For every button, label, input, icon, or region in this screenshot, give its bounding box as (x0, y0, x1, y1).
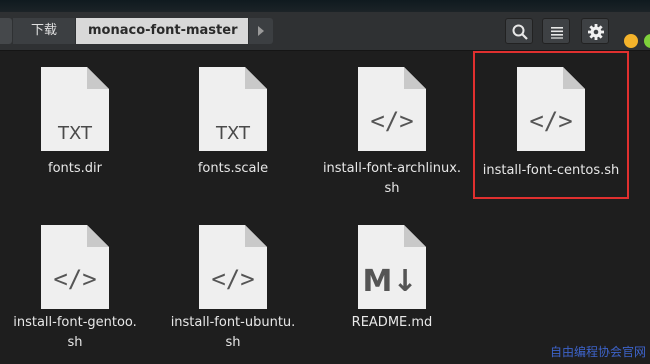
chevron-right-icon (258, 26, 264, 36)
file-type-label: TXT (215, 123, 251, 144)
text-file-icon: TXT (41, 67, 109, 151)
breadcrumb-downloads[interactable]: 下载 (13, 18, 75, 44)
script-file-icon: </> (41, 225, 109, 309)
file-type-label: M↓ (363, 264, 418, 299)
text-file-icon: TXT (199, 67, 267, 151)
file-name: README.md (351, 315, 433, 330)
file-type-label: </> (53, 265, 96, 293)
file-type-label: </> (370, 107, 413, 135)
file-type-label: TXT (57, 123, 93, 144)
search-icon (512, 24, 528, 40)
markdown-file-icon: M↓ (358, 225, 426, 309)
file-item[interactable]: </> install-font-ubuntu. sh (158, 209, 308, 364)
breadcrumb-current-folder[interactable]: monaco-font-master (76, 18, 248, 44)
path-back-stub[interactable] (0, 18, 12, 44)
file-item[interactable]: </> install-font-gentoo. sh (0, 209, 150, 364)
breadcrumb-forward-button[interactable] (249, 18, 273, 44)
file-name: install-font-gentoo. (13, 315, 137, 330)
file-name: install-font-ubuntu. (170, 315, 296, 330)
file-item[interactable]: TXT fonts.dir (0, 51, 150, 201)
script-file-icon: </> (199, 225, 267, 309)
file-item[interactable]: TXT fonts.scale (158, 51, 308, 201)
file-name: install-font-archlinux. (322, 161, 462, 176)
search-button[interactable] (505, 18, 533, 44)
file-name-continued: sh (67, 335, 83, 350)
view-mode-button[interactable] (542, 18, 570, 44)
file-name: fonts.scale (197, 161, 269, 176)
file-type-label: </> (211, 265, 254, 293)
watermark-text: 自由编程协会官网 (549, 345, 646, 359)
file-item[interactable]: M↓ README.md (317, 209, 467, 364)
maximize-button[interactable] (644, 34, 650, 48)
file-name-continued: sh (225, 335, 241, 350)
file-manager-window: 下载 monaco-font-master TXT fonts.dir TXT … (0, 0, 650, 364)
gear-icon (588, 24, 604, 40)
file-name: fonts.dir (48, 161, 102, 176)
highlight-box (473, 51, 629, 199)
window-top-edge (0, 0, 650, 12)
list-view-icon (551, 27, 563, 39)
file-name-continued: sh (384, 181, 400, 196)
header-bar: 下载 monaco-font-master (0, 12, 650, 51)
file-item[interactable]: </> install-font-archlinux. sh (317, 51, 467, 201)
script-file-icon: </> (358, 67, 426, 151)
minimize-button[interactable] (624, 34, 638, 48)
settings-button[interactable] (581, 18, 609, 44)
